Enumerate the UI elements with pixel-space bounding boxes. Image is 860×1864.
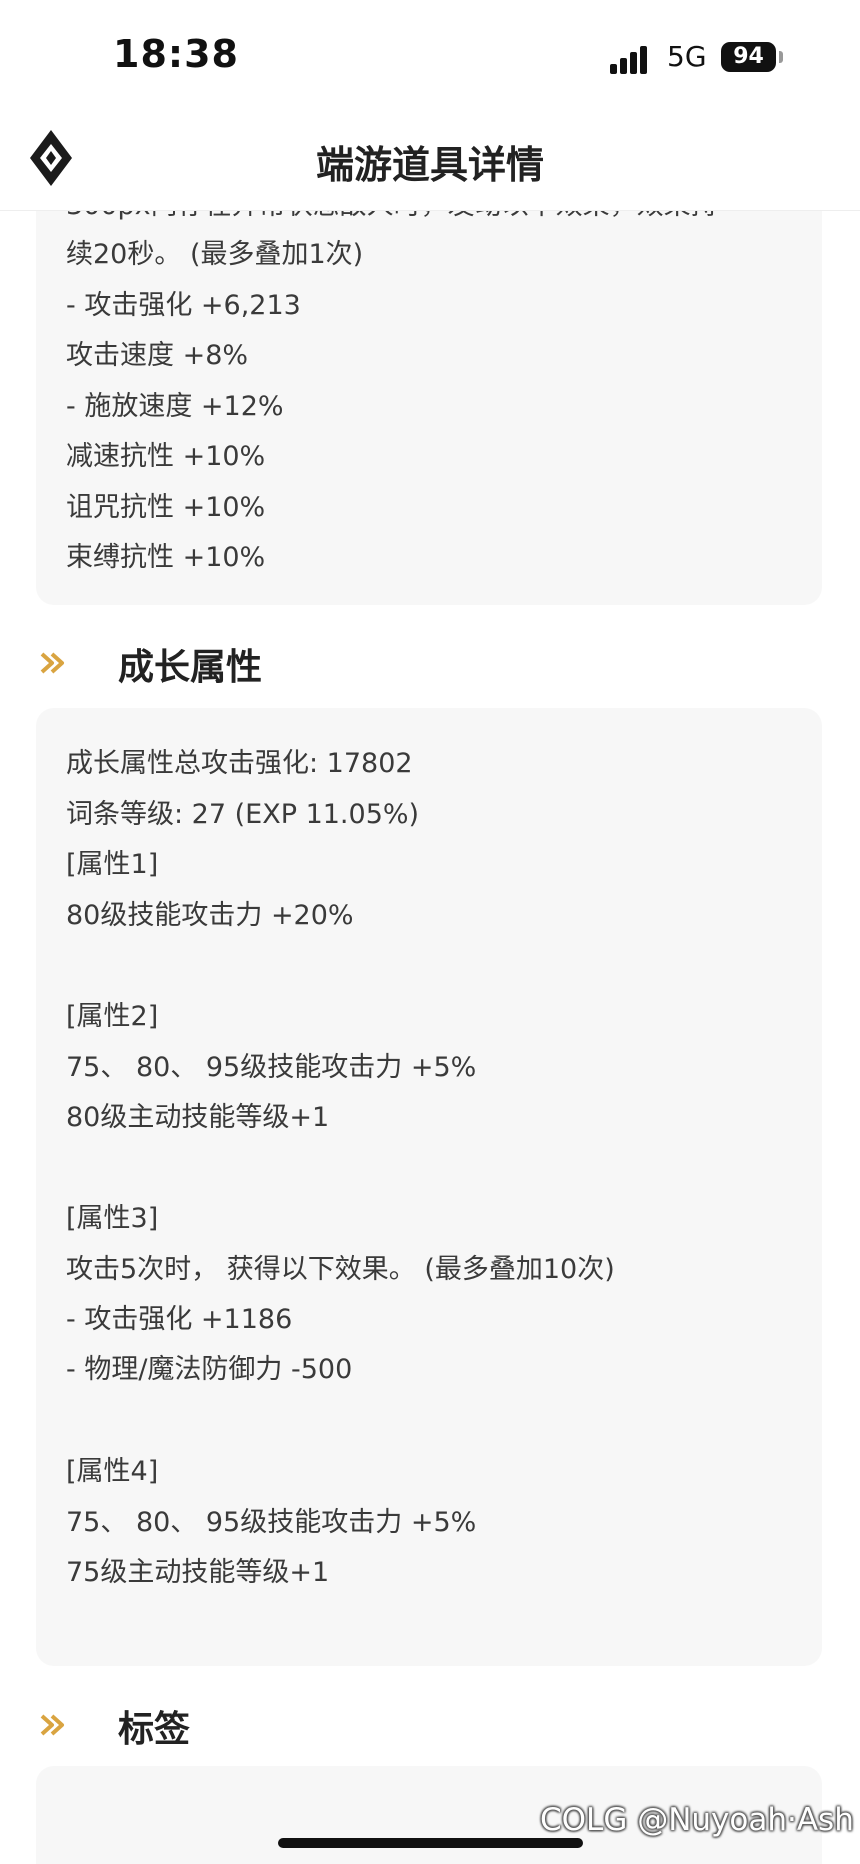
card-line: - 施放速度 +12%: [66, 391, 284, 422]
growth-line: [属性2]: [66, 1001, 159, 1032]
growth-line: 75级主动技能等级+1: [66, 1557, 330, 1588]
growth-line: [属性3]: [66, 1203, 159, 1234]
network-type: 5G: [667, 40, 707, 73]
section-title: 标签: [118, 1709, 191, 1750]
growth-line: - 物理/魔法防御力 -500: [66, 1354, 353, 1385]
card-line: 束缚抗性 +10%: [66, 542, 266, 573]
growth-line: 词条等级: 27 (EXP 11.05%): [66, 799, 420, 830]
status-time: 18:38: [113, 32, 239, 76]
growth-line: - 攻击强化 +1186: [66, 1304, 293, 1335]
section-title: 成长属性: [118, 647, 263, 688]
double-chevron-right-icon: [40, 1714, 64, 1736]
growth-line: 80级主动技能等级+1: [66, 1102, 330, 1133]
growth-line: 成长属性总攻击强化: 17802: [66, 748, 413, 779]
nav-bar: 端游道具详情: [0, 110, 860, 211]
growth-line: 75、 80、 95级技能攻击力 +5%: [66, 1507, 477, 1538]
card-line: 减速抗性 +10%: [66, 441, 266, 472]
card-line: - 攻击强化 +6,213: [66, 290, 301, 321]
card-line: 攻击速度 +8%: [66, 340, 249, 371]
card-line: 续20秒。 (最多叠加1次): [66, 239, 364, 270]
battery-tip: [779, 51, 783, 63]
growth-line: 80级技能攻击力 +20%: [66, 900, 354, 931]
page-title: 端游道具详情: [315, 143, 544, 187]
double-chevron-right-icon: [40, 652, 64, 674]
signal-icon: [610, 44, 654, 74]
card-line: 诅咒抗性 +10%: [66, 492, 266, 523]
watermark: COLG @Nuyoah·Ash: [540, 1802, 854, 1838]
growth-line: [属性1]: [66, 849, 159, 880]
growth-line: 攻击5次时， 获得以下效果。 (最多叠加10次): [66, 1254, 615, 1285]
growth-line: 75、 80、 95级技能攻击力 +5%: [66, 1052, 477, 1083]
battery-icon: 94: [721, 42, 776, 72]
growth-line: [属性4]: [66, 1456, 159, 1487]
home-indicator[interactable]: [278, 1838, 583, 1848]
status-bar: 18:38 5G 94: [0, 0, 860, 110]
